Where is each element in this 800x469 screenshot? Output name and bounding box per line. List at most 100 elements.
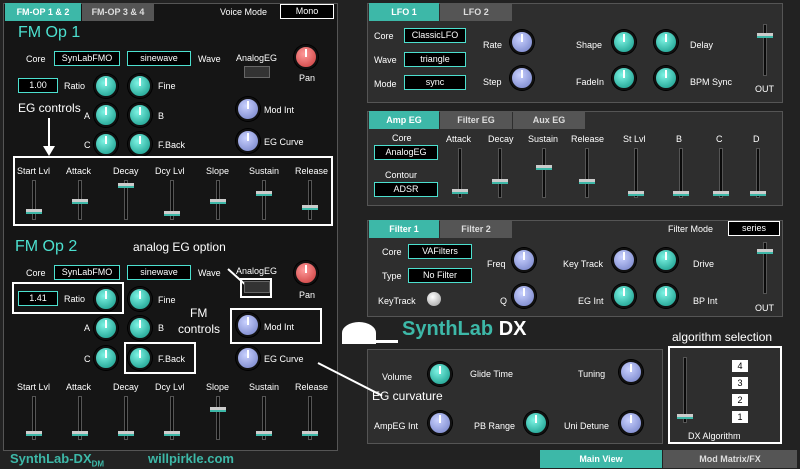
op1-c-knob[interactable]: [94, 132, 118, 156]
global-unidetune-label: Uni Detune: [564, 421, 610, 431]
op2-a-knob[interactable]: [94, 316, 118, 340]
op1-slider-startlvl[interactable]: [26, 180, 42, 220]
op1-b-knob[interactable]: [128, 103, 152, 127]
amp-slider-d[interactable]: [750, 148, 766, 198]
op1-eg-label-attack: Attack: [66, 166, 92, 176]
tab-aux-eg[interactable]: Aux EG: [513, 111, 585, 129]
op1-slider-attack[interactable]: [72, 180, 88, 220]
op2-slider-startlvl[interactable]: [26, 396, 42, 440]
voice-mode-select[interactable]: Mono: [280, 4, 334, 19]
filter-key-track-knob[interactable]: [612, 248, 636, 272]
tab-lfo-1[interactable]: LFO 1: [369, 3, 439, 21]
global-tuning-knob[interactable]: [619, 360, 643, 384]
op1-ratio-knob[interactable]: [94, 74, 118, 98]
tab-lfo-2[interactable]: LFO 2: [440, 3, 512, 21]
op1-modint-knob[interactable]: [236, 97, 260, 121]
filter-out-slider[interactable]: [757, 242, 773, 294]
op2-core-select[interactable]: SynLabFMO: [54, 265, 120, 280]
lfo-shape-knob[interactable]: [612, 30, 636, 54]
op2-slider-decay[interactable]: [118, 396, 134, 440]
op2-modint-knob[interactable]: [236, 313, 260, 337]
op2-slider-attack[interactable]: [72, 396, 88, 440]
op2-egcurve-knob[interactable]: [236, 346, 260, 370]
filter-mode-select[interactable]: series: [728, 221, 780, 236]
lfo-step-knob[interactable]: [510, 66, 534, 90]
op1-slider-dcylvl[interactable]: [164, 180, 180, 220]
filter-bpint-knob[interactable]: [654, 284, 678, 308]
op1-fine-knob[interactable]: [128, 74, 152, 98]
global-pbrange-knob[interactable]: [524, 411, 548, 435]
filter-egint-knob[interactable]: [612, 284, 636, 308]
amp-slider-stlvl[interactable]: [628, 148, 644, 198]
op2-slider-slope[interactable]: [210, 396, 226, 440]
op2-slider-release[interactable]: [302, 396, 318, 440]
tab-fm-op-1-2[interactable]: FM-OP 1 & 2: [5, 3, 81, 21]
op1-wave-label: Wave: [198, 54, 221, 64]
lfo-core-select[interactable]: ClassicLFO: [404, 28, 466, 43]
filter-type-select[interactable]: No Filter: [408, 268, 472, 283]
op2-pan-knob[interactable]: [294, 261, 318, 285]
lfo-delay-knob[interactable]: [654, 30, 678, 54]
global-unidetune-knob[interactable]: [619, 411, 643, 435]
op2-b-knob[interactable]: [128, 316, 152, 340]
amp-slider-c[interactable]: [713, 148, 729, 198]
filter-core-select[interactable]: VAFilters: [408, 244, 472, 259]
tab-filter-2[interactable]: Filter 2: [440, 220, 512, 238]
global-volume-knob[interactable]: [428, 362, 452, 386]
filter-q-knob[interactable]: [512, 284, 536, 308]
op1-ratio-value[interactable]: 1.00: [18, 78, 58, 93]
footer-dm: DM: [91, 459, 105, 469]
op2-fine-knob[interactable]: [128, 287, 152, 311]
filter-keytrack-toggle[interactable]: [427, 292, 441, 306]
op1-fback-knob[interactable]: [128, 132, 152, 156]
op1-slider-slope[interactable]: [210, 180, 226, 220]
op2-ratio-value[interactable]: 1.41: [18, 291, 58, 306]
op1-eg-label-dcylvl: Dcy Lvl: [155, 166, 185, 176]
op1-wave-select[interactable]: sinewave: [127, 51, 191, 66]
amp-slider-attack[interactable]: [452, 148, 468, 198]
op1-core-select[interactable]: SynLabFMO: [54, 51, 120, 66]
global-ampeg-knob[interactable]: [428, 411, 452, 435]
op1-slider-sustain[interactable]: [256, 180, 272, 220]
algo-slider[interactable]: [677, 357, 693, 423]
op2-fback-knob[interactable]: [128, 346, 152, 370]
voice-mode-label: Voice Mode: [220, 7, 268, 17]
amp-slider-sustain[interactable]: [536, 148, 552, 198]
amp-slider-decay[interactable]: [492, 148, 508, 198]
lfo-fadein-knob[interactable]: [612, 66, 636, 90]
lfo-out-slider[interactable]: [757, 24, 773, 76]
lfo-rate-label: Rate: [483, 40, 503, 50]
tab-amp-eg[interactable]: Amp EG: [369, 111, 439, 129]
amp-slider-release[interactable]: [579, 148, 595, 198]
lfo-wave-select[interactable]: triangle: [404, 52, 466, 67]
op2-c-knob[interactable]: [94, 346, 118, 370]
lfo-bpmsync-knob[interactable]: [654, 66, 678, 90]
op2-analogeg-toggle[interactable]: [244, 281, 270, 293]
amp-contour-select[interactable]: ADSR: [374, 182, 438, 197]
tab-filter-1[interactable]: Filter 1: [369, 220, 439, 238]
op2-slider-sustain[interactable]: [256, 396, 272, 440]
lfo-rate-knob[interactable]: [510, 30, 534, 54]
op2-slider-dcylvl[interactable]: [164, 396, 180, 440]
op1-slider-release[interactable]: [302, 180, 318, 220]
amp-core-select[interactable]: AnalogEG: [374, 145, 438, 160]
op1-a-knob[interactable]: [94, 103, 118, 127]
op1-eg-label-release: Release: [295, 166, 329, 176]
tab-fm-op-3-4[interactable]: FM-OP 3 & 4: [82, 3, 154, 21]
op2-wave-select[interactable]: sinewave: [127, 265, 191, 280]
op2-ratio-knob[interactable]: [94, 287, 118, 311]
filter-freq-label: Freq: [487, 259, 506, 269]
filter-drive-knob[interactable]: [654, 248, 678, 272]
lfo-mode-select[interactable]: sync: [404, 75, 466, 90]
footer-site[interactable]: willpirkle.com: [148, 451, 234, 466]
tab-mod-matrix[interactable]: Mod Matrix/FX: [663, 450, 797, 468]
tab-main-view[interactable]: Main View: [540, 450, 662, 468]
filter-freq-knob[interactable]: [512, 248, 536, 272]
op1-analogeg-toggle[interactable]: [244, 66, 270, 78]
op1-slider-decay[interactable]: [118, 180, 134, 220]
tab-filter-eg[interactable]: Filter EG: [440, 111, 512, 129]
op1-egcurve-knob[interactable]: [236, 129, 260, 153]
amp-slider-b[interactable]: [673, 148, 689, 198]
lfo-bpmsync-label: BPM Sync: [690, 77, 733, 87]
op1-pan-knob[interactable]: [294, 45, 318, 69]
